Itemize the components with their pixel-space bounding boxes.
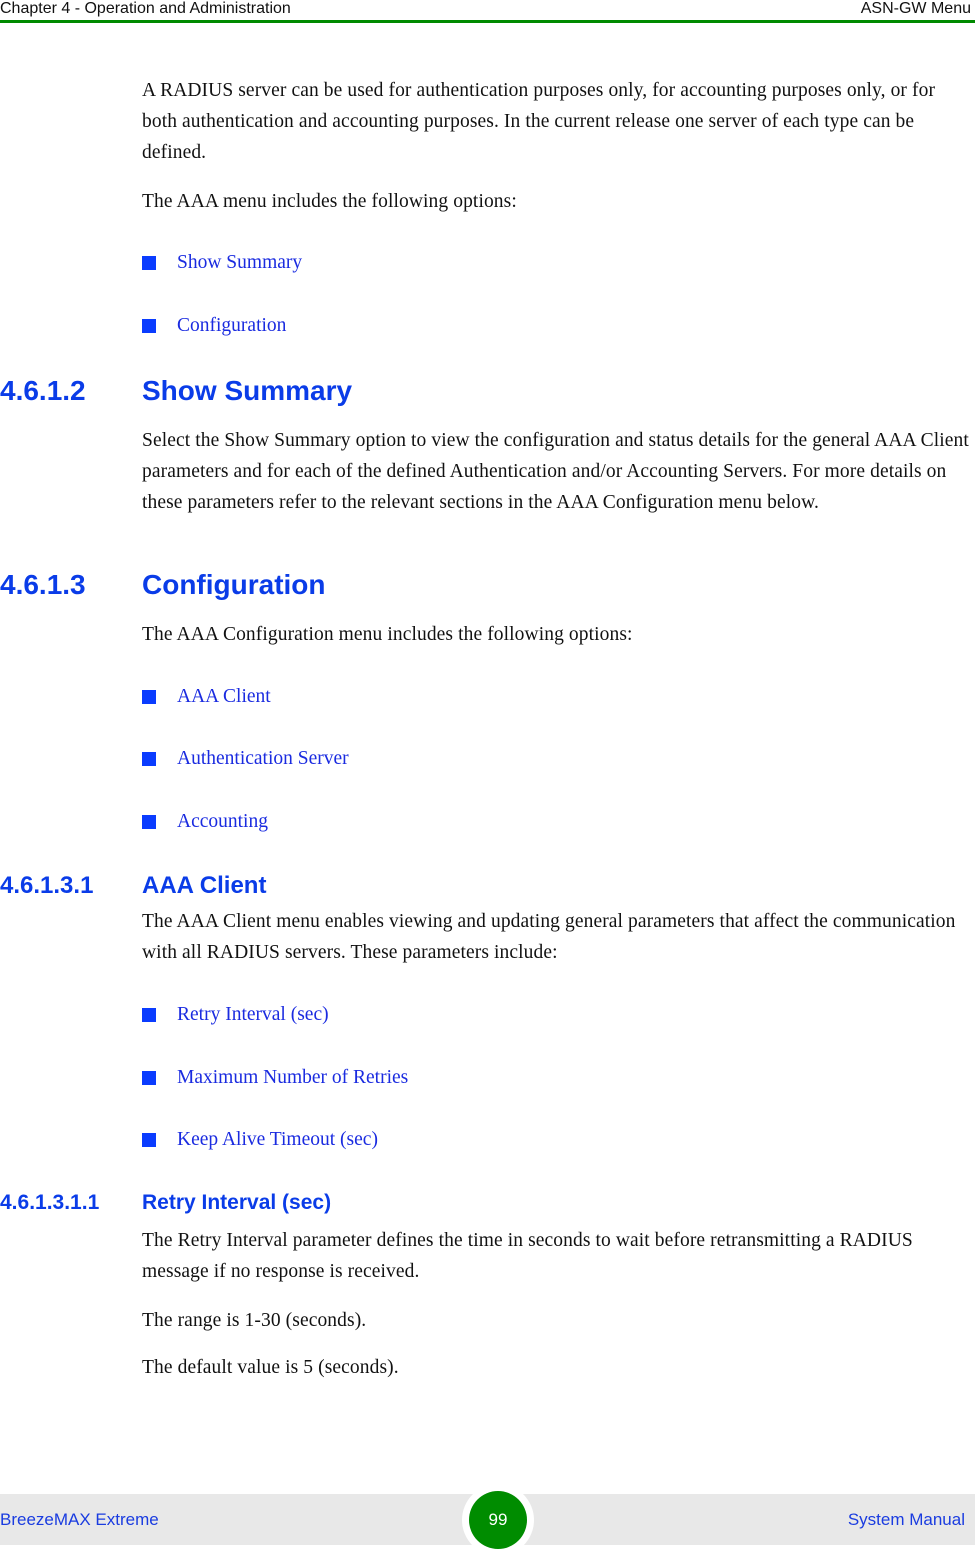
configuration-lead: The AAA Configuration menu includes the … — [142, 624, 633, 645]
bullet-square-icon — [142, 690, 156, 704]
header-divider — [0, 20, 975, 23]
bullet-square-icon — [142, 752, 156, 766]
bullet-square-icon — [142, 1008, 156, 1022]
section-number: 4.6.1.2 — [0, 375, 86, 406]
list-item-label: Retry Interval (sec) — [177, 1004, 329, 1025]
list-item-label: Accounting — [177, 811, 268, 832]
section-title: Retry Interval (sec) — [142, 1191, 332, 1214]
bullet-square-icon — [142, 256, 156, 270]
section-number: 4.6.1.3 — [0, 569, 86, 600]
list-item[interactable]: Keep Alive Timeout (sec) — [142, 1128, 378, 1152]
page-number: 99 — [488, 1510, 508, 1529]
retry-interval-paragraph: The Retry Interval parameter defines the… — [142, 1230, 913, 1282]
list-item[interactable]: Maximum Number of Retries — [142, 1066, 408, 1090]
list-item[interactable]: Show Summary — [142, 251, 302, 275]
bullet-square-icon — [142, 319, 156, 333]
list-item-label: Authentication Server — [177, 748, 349, 769]
list-item[interactable]: Authentication Server — [142, 747, 349, 771]
retry-interval-default: The default value is 5 (seconds). — [142, 1357, 399, 1378]
section-title: Configuration — [142, 569, 326, 600]
list-item-label: Show Summary — [177, 252, 303, 273]
manual-name: System Manual — [847, 1510, 965, 1529]
retry-interval-range: The range is 1-30 (seconds). — [142, 1310, 367, 1331]
section-title: AAA Client — [142, 872, 267, 899]
list-item[interactable]: AAA Client — [142, 685, 271, 709]
section-title: ASN-GW Menu — [860, 0, 971, 17]
bullet-square-icon — [142, 1133, 156, 1147]
list-item-label: AAA Client — [177, 686, 271, 707]
bullet-square-icon — [142, 815, 156, 829]
page-footer: BreezeMAX Extreme 99 System Manual — [0, 1484, 975, 1556]
list-item[interactable]: Retry Interval (sec) — [142, 1003, 329, 1027]
section-number: 4.6.1.3.1.1 — [0, 1191, 100, 1214]
list-item[interactable]: Accounting — [142, 810, 268, 834]
show-summary-paragraph: Select the Show Summary option to view t… — [142, 430, 969, 513]
page-number-badge: 99 — [469, 1491, 527, 1549]
list-item-label: Keep Alive Timeout (sec) — [177, 1129, 378, 1150]
product-name: BreezeMAX Extreme — [0, 1510, 159, 1529]
list-item-label: Configuration — [177, 315, 287, 336]
section-number: 4.6.1.3.1 — [0, 872, 94, 899]
aaa-client-paragraph: The AAA Client menu enables viewing and … — [142, 911, 956, 963]
intro-lead: The AAA menu includes the following opti… — [142, 191, 517, 212]
list-item-label: Maximum Number of Retries — [177, 1067, 409, 1088]
section-title: Show Summary — [142, 375, 353, 406]
chapter-title: Chapter 4 - Operation and Administration — [0, 0, 291, 17]
list-item[interactable]: Configuration — [142, 314, 286, 338]
page-header: Chapter 4 - Operation and Administration… — [0, 0, 975, 23]
intro-paragraph: A RADIUS server can be used for authenti… — [142, 80, 936, 163]
bullet-square-icon — [142, 1071, 156, 1085]
